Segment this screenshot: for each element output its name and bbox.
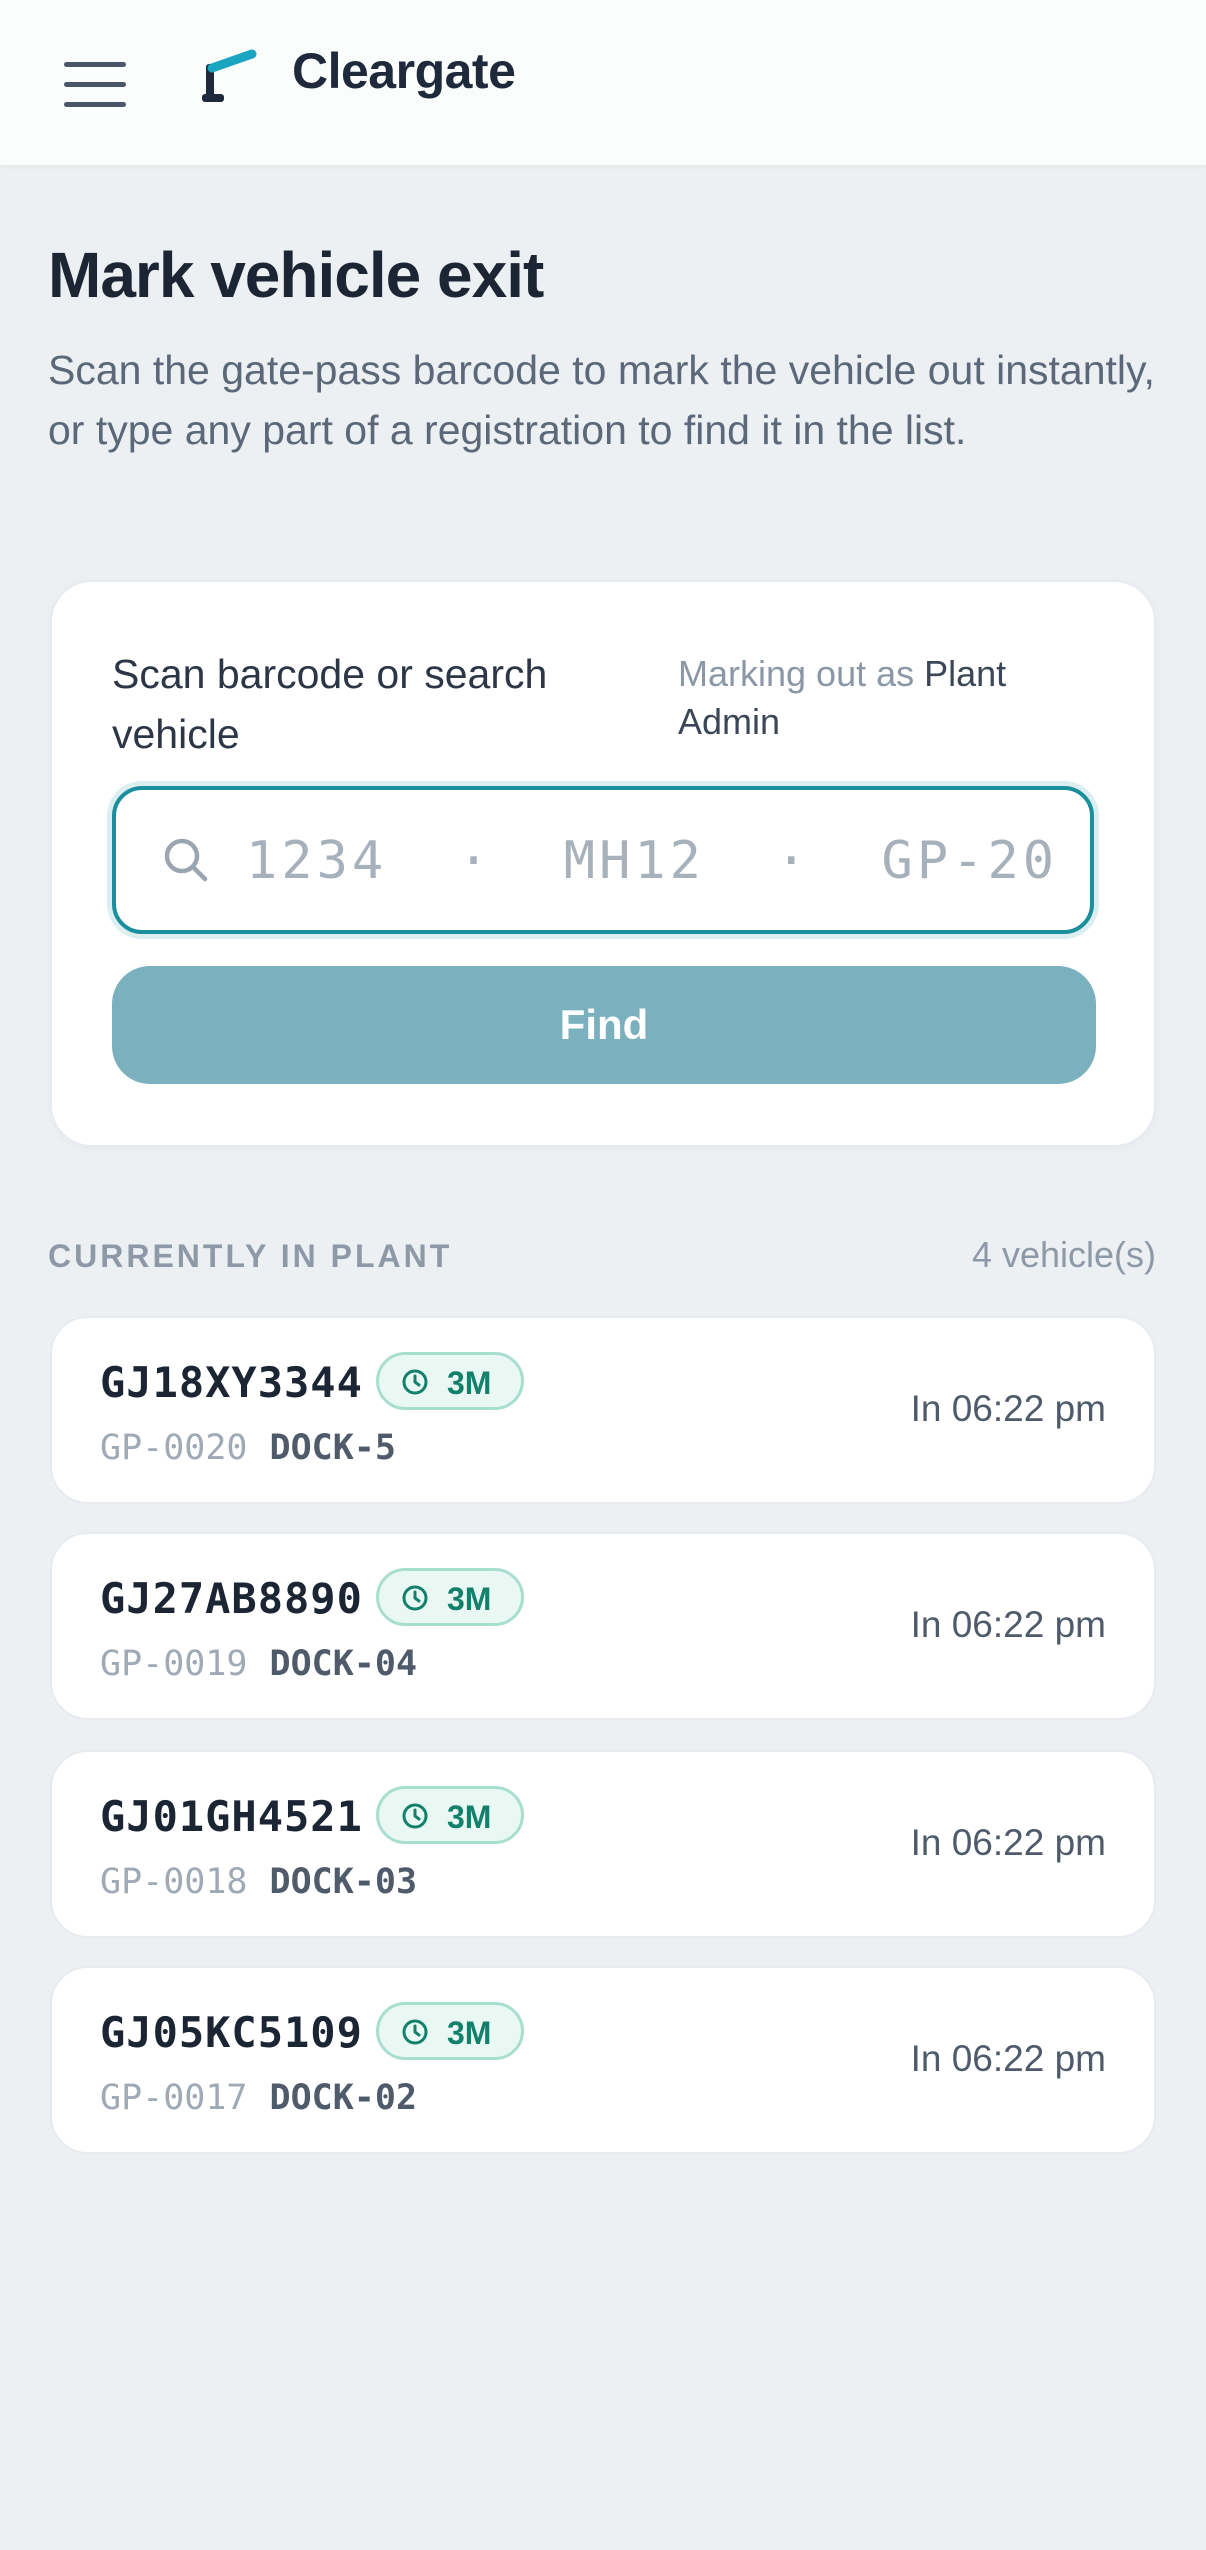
gatepass-number: GP-0019 (100, 1644, 248, 1684)
vehicle-plate: GJ27AB8890 (100, 1574, 363, 1623)
find-button[interactable]: Find (112, 966, 1096, 1084)
search-box[interactable] (112, 786, 1094, 934)
hamburger-icon[interactable] (64, 62, 126, 108)
gatepass-number: GP-0017 (100, 2078, 248, 2118)
duration-badge: 3M (376, 1568, 524, 1626)
dock-label: DOCK-03 (269, 1862, 418, 1902)
clock-icon (402, 1369, 428, 1395)
page-description: Scan the gate-pass barcode to mark the v… (48, 347, 1155, 453)
dock-label: DOCK-5 (269, 1428, 396, 1468)
gatepass-number: GP-0020 (100, 1428, 248, 1468)
vehicle-card[interactable]: GJ27AB8890 3M GP-0019 DOCK-04 In 06:22 pm (50, 1532, 1156, 1720)
vehicle-meta: GP-0018 DOCK-03 (100, 1862, 417, 1902)
vehicle-meta: GP-0017 DOCK-02 (100, 2078, 417, 2118)
in-time: In 06:22 pm (910, 1388, 1106, 1429)
in-time: In 06:22 pm (910, 1604, 1106, 1645)
clock-icon (402, 2019, 428, 2045)
vehicle-count: 4 vehicle(s) (971, 1234, 1156, 1275)
vehicle-meta: GP-0019 DOCK-04 (100, 1644, 417, 1684)
vehicle-meta: GP-0020 DOCK-5 (100, 1428, 396, 1468)
in-time: In 06:22 pm (910, 2038, 1106, 2079)
scan-card: Scan barcode or search vehicle Marking o… (50, 580, 1156, 1147)
dock-label: DOCK-02 (269, 2078, 418, 2118)
clock-icon (402, 1803, 428, 1829)
duration-badge-text: 3M (447, 2015, 492, 2051)
vehicle-card[interactable]: GJ18XY3344 3M GP-0020 DOCK-5 In 06:22 pm (50, 1316, 1156, 1504)
dock-label: DOCK-04 (269, 1644, 418, 1684)
duration-badge-text: 3M (447, 1799, 492, 1835)
section-label: CURRENTLY IN PLANT (48, 1238, 453, 1274)
search-icon (164, 838, 208, 882)
duration-badge: 3M (376, 1352, 524, 1410)
duration-badge: 3M (376, 2002, 524, 2060)
vehicle-card[interactable]: GJ01GH4521 3M GP-0018 DOCK-03 In 06:22 pm (50, 1750, 1156, 1938)
gatepass-number: GP-0018 (100, 1862, 248, 1902)
duration-badge: 3M (376, 1786, 524, 1844)
page-title: Mark vehicle exit (48, 239, 544, 311)
clock-icon (402, 1585, 428, 1611)
vehicle-plate: GJ01GH4521 (100, 1792, 363, 1841)
scan-label: Scan barcode or search vehicle (112, 651, 548, 757)
vehicle-card[interactable]: GJ05KC5109 3M GP-0017 DOCK-02 In 06:22 pm (50, 1966, 1156, 2154)
top-bar: Cleargate (0, 0, 1206, 165)
marking-prefix: Marking out as (678, 653, 915, 694)
cleargate-logo-icon (202, 49, 257, 102)
duration-badge-text: 3M (447, 1365, 492, 1401)
marking-out-as: Marking out as Plant Admin (678, 650, 1098, 746)
vehicle-plate: GJ05KC5109 (100, 2008, 363, 2057)
duration-badge-text: 3M (447, 1581, 492, 1617)
search-input[interactable] (246, 816, 1066, 906)
in-time: In 06:22 pm (910, 1822, 1106, 1863)
app-brand: Cleargate (292, 43, 516, 99)
vehicle-plate: GJ18XY3344 (100, 1358, 363, 1407)
